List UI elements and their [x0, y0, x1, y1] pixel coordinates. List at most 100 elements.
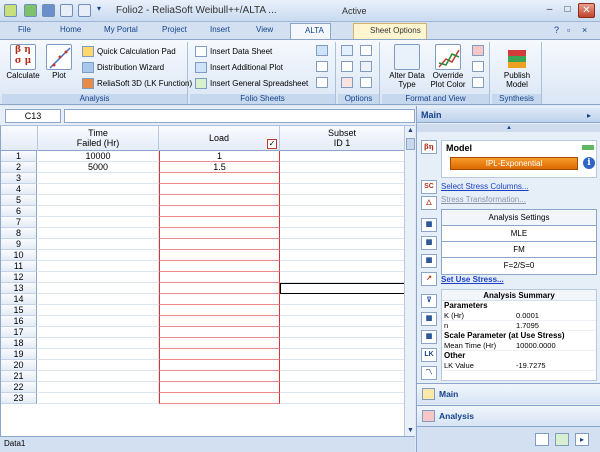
tab-insert[interactable]: Insert: [210, 25, 230, 34]
grid-cell[interactable]: 1: [159, 151, 280, 162]
grid-cell[interactable]: [159, 195, 280, 206]
grid-cell[interactable]: [38, 393, 159, 404]
column-header-subset-id[interactable]: Subset ID 1: [280, 126, 404, 151]
insert-general-spreadsheet-button[interactable]: Insert General Spreadsheet: [195, 77, 308, 90]
grid-cell[interactable]: [159, 338, 280, 349]
grid-cell[interactable]: [280, 151, 404, 162]
grid-cell[interactable]: [159, 239, 280, 250]
grid-corner[interactable]: [1, 126, 38, 151]
analysis-method-icon[interactable]: ▦: [421, 218, 437, 232]
grid-cell[interactable]: [280, 195, 404, 206]
minimize-button[interactable]: –: [541, 3, 558, 18]
grid-cell[interactable]: [38, 283, 159, 294]
tab-file[interactable]: File: [18, 25, 31, 34]
select-stress-columns-link[interactable]: Select Stress Columns...: [441, 182, 529, 191]
tab-alta[interactable]: ALTA: [290, 23, 331, 39]
grid-cell[interactable]: [280, 272, 404, 283]
row-header[interactable]: 4: [1, 184, 37, 195]
grid-cell[interactable]: [38, 305, 159, 316]
row-header[interactable]: 10: [1, 250, 37, 261]
scrollbar-thumb[interactable]: [406, 138, 415, 150]
grid-cell[interactable]: [280, 250, 404, 261]
row-header[interactable]: 17: [1, 327, 37, 338]
grid-cell[interactable]: [38, 228, 159, 239]
grid-cell[interactable]: [280, 349, 404, 360]
row-header[interactable]: 7: [1, 217, 37, 228]
grid-cell[interactable]: [280, 162, 404, 173]
customize-quick-access-icon[interactable]: ▾: [97, 4, 106, 17]
restore-icon[interactable]: ▫: [567, 25, 570, 35]
grid-cell[interactable]: [280, 294, 404, 305]
settings-icon[interactable]: ▦: [421, 254, 437, 268]
format-extra-icon-1[interactable]: [472, 45, 484, 56]
row-header[interactable]: 9: [1, 239, 37, 250]
row-header[interactable]: 22: [1, 382, 37, 393]
grid-cell[interactable]: [38, 316, 159, 327]
grid-cell[interactable]: [38, 173, 159, 184]
maximize-button[interactable]: □: [559, 3, 576, 18]
set-use-stress-link[interactable]: Set Use Stress...: [441, 275, 504, 284]
row-header[interactable]: 15: [1, 305, 37, 316]
tab-sheet-options[interactable]: Sheet Options: [353, 23, 427, 39]
grid-cell[interactable]: [38, 294, 159, 305]
row-header[interactable]: 2: [1, 162, 37, 173]
column-header-time-failed[interactable]: Time Failed (Hr): [38, 126, 159, 151]
grid-cell[interactable]: [38, 382, 159, 393]
panel-nav-analysis[interactable]: Analysis: [417, 405, 600, 426]
plot-button[interactable]: Plot: [44, 44, 74, 80]
column-header-load[interactable]: Load ✓: [159, 126, 280, 151]
chart-icon[interactable]: 〽: [421, 366, 437, 380]
row-header[interactable]: 21: [1, 371, 37, 382]
info-icon[interactable]: i: [583, 157, 595, 169]
folio-option-icon-2[interactable]: [316, 61, 328, 72]
scroll-up-arrow-icon[interactable]: ▲: [405, 126, 416, 136]
options-sheet-icon[interactable]: [360, 77, 372, 88]
row-header[interactable]: 13: [1, 283, 37, 294]
model-select[interactable]: IPL-Exponential: [450, 157, 578, 170]
lk-icon[interactable]: LK: [421, 348, 437, 362]
model-collapse-icon[interactable]: [582, 145, 594, 150]
grid-cell[interactable]: [38, 272, 159, 283]
scroll-down-arrow-icon[interactable]: ▼: [405, 426, 416, 436]
sheet-tab-data1[interactable]: Data1: [4, 439, 25, 448]
row-header[interactable]: 3: [1, 173, 37, 184]
options-check-icon[interactable]: [341, 45, 353, 56]
grid-cell[interactable]: [38, 371, 159, 382]
row-header[interactable]: 5: [1, 195, 37, 206]
insert-additional-plot-button[interactable]: Insert Additional Plot: [195, 61, 283, 74]
grid-cell[interactable]: [280, 228, 404, 239]
name-box[interactable]: C13: [5, 109, 61, 123]
row-header[interactable]: 11: [1, 261, 37, 272]
grid-cell[interactable]: [159, 305, 280, 316]
grid-cell[interactable]: [280, 239, 404, 250]
grid-cell[interactable]: [38, 239, 159, 250]
options-grid-icon[interactable]: [341, 61, 353, 72]
grid-cell[interactable]: [38, 250, 159, 261]
load-use-checkbox[interactable]: ✓: [267, 139, 277, 149]
grid-cell[interactable]: [38, 217, 159, 228]
grid-cell[interactable]: [280, 173, 404, 184]
grid-cell[interactable]: [280, 360, 404, 371]
results-icon[interactable]: ▦: [421, 330, 437, 344]
grid-cell[interactable]: [38, 360, 159, 371]
failures-suspensions-setting[interactable]: F=2/S=0: [442, 258, 596, 274]
insert-data-sheet-button[interactable]: Insert Data Sheet: [195, 45, 272, 58]
grid-cell[interactable]: [280, 393, 404, 404]
grid-cell[interactable]: [280, 217, 404, 228]
parameters-icon[interactable]: βη: [421, 140, 437, 154]
grid-cell[interactable]: [159, 217, 280, 228]
row-header[interactable]: 12: [1, 272, 37, 283]
grid-cell[interactable]: [159, 294, 280, 305]
override-plot-color-button[interactable]: Override Plot Color: [428, 44, 468, 89]
publish-model-button[interactable]: Publish Model: [495, 44, 539, 89]
tab-home[interactable]: Home: [60, 25, 81, 34]
close-button[interactable]: ✕: [578, 3, 595, 18]
quick-calculation-pad-button[interactable]: Quick Calculation Pad: [82, 45, 176, 58]
grid-cell[interactable]: 10000: [38, 151, 159, 162]
grid-cell[interactable]: [159, 360, 280, 371]
folio-option-icon-1[interactable]: [316, 45, 328, 56]
formula-bar[interactable]: [64, 109, 415, 123]
window-icon[interactable]: [78, 4, 91, 17]
configure-panel-icon[interactable]: ▸: [575, 433, 589, 446]
grid-cell[interactable]: [280, 327, 404, 338]
